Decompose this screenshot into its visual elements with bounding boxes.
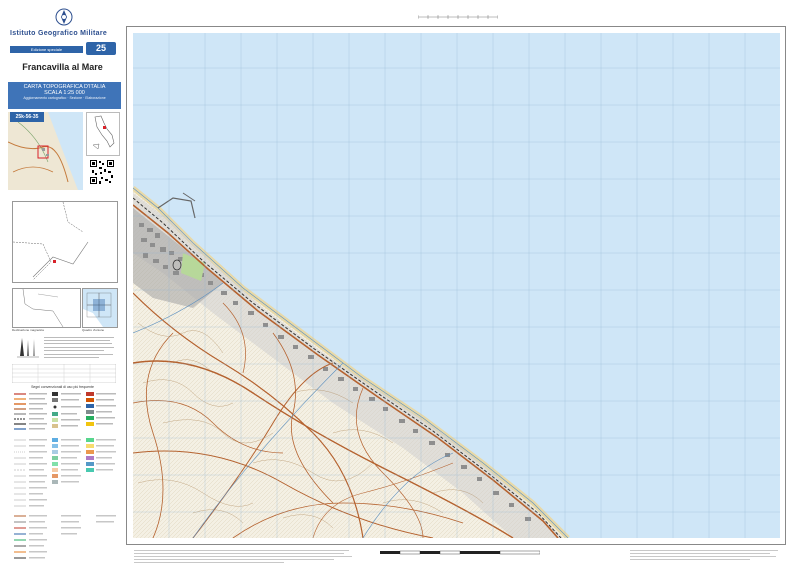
locator-map (8, 112, 83, 190)
notes-text-block (44, 337, 114, 358)
declination-caption: Declinazione magnetica (12, 328, 44, 332)
series-notes: Aggiornamento cartografico · Sezione · E… (23, 96, 106, 100)
topographic-map[interactable] (133, 33, 780, 538)
italy-inset-map (86, 112, 120, 156)
legend-title: Segni convenzionali di uso più frequente (31, 385, 94, 389)
qr-code-icon (89, 159, 115, 185)
footer-notes-left (134, 550, 352, 563)
sheet-id-label: 25k-56-35 (10, 112, 44, 122)
series-box: CARTA TOPOGRAFICA D'ITALIA SCALA 1:25 00… (8, 82, 121, 109)
administrative-boundaries-panel (12, 201, 118, 283)
datum-table (12, 364, 116, 383)
sheet-title: Francavilla al Mare (22, 62, 103, 72)
igm-emblem-icon (55, 8, 73, 26)
grid-caption: Quadro d'unione (82, 328, 105, 332)
footer-notes-right (630, 550, 778, 560)
map-legend (14, 392, 116, 559)
north-arrow-icon (17, 338, 39, 358)
edition-label: Edizione speciale (10, 46, 83, 53)
top-scale-ticks (418, 15, 498, 19)
sheet-number-badge: 25 (86, 42, 116, 55)
map-sidebar: Istituto Geografico Militare Edizione sp… (0, 0, 125, 581)
scale-bar (380, 550, 540, 555)
grid-index-panel (82, 288, 118, 328)
adjacent-sheets-panel (12, 288, 81, 328)
agency-name: Istituto Geografico Militare (10, 30, 108, 37)
